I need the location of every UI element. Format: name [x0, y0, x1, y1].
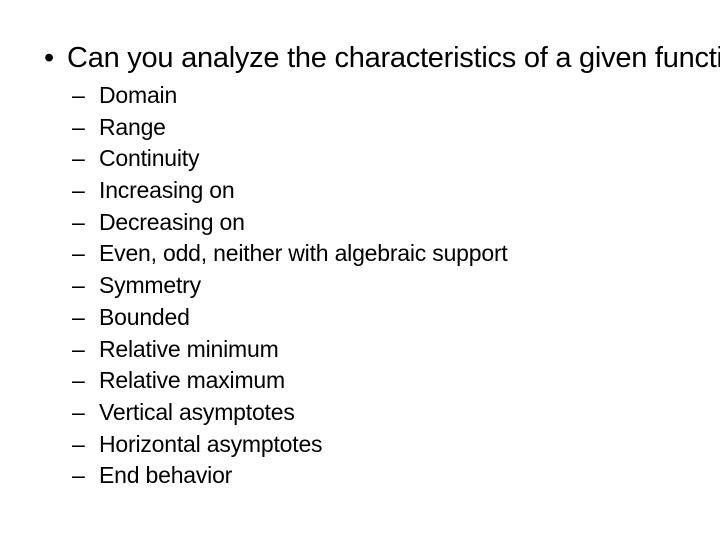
bullet-dash-icon: – [72, 430, 85, 457]
bullet-dash-icon: – [72, 208, 85, 235]
bullet-dash-icon: – [72, 145, 85, 172]
list-item-label: Domain [99, 82, 178, 108]
list-item-label: Bounded [99, 303, 190, 330]
list-item: – Continuity [72, 143, 508, 175]
list-item-label: Relative minimum [99, 335, 279, 362]
list-item-label: Range [99, 113, 166, 140]
sub-bullet-list: – Domain – Range – Continuity – Increasi… [72, 80, 508, 492]
bullet-dash-icon: – [72, 398, 85, 425]
list-item-label: Vertical asymptotes [99, 398, 295, 425]
list-item: – End behavior [72, 460, 508, 492]
list-item-label: Relative maximum [99, 367, 285, 394]
list-item: – Decreasing on [72, 207, 508, 239]
list-item-label: Decreasing on [99, 208, 245, 235]
bullet-dot-icon: • [44, 42, 55, 74]
slide-canvas: • Can you analyze the characteristics of… [0, 0, 720, 540]
list-item-label: Symmetry [99, 272, 201, 299]
list-item-label: Continuity [99, 145, 200, 172]
list-item: – Horizontal asymptotes [72, 429, 508, 461]
list-item: – Relative maximum [72, 365, 508, 397]
list-item: – Domain [72, 80, 508, 112]
bullet-dash-icon: – [72, 272, 85, 299]
list-item-label: Horizontal asymptotes [99, 430, 323, 457]
list-item: – Bounded [72, 302, 508, 334]
bullet-dash-icon: – [72, 462, 85, 489]
bullet-dash-icon: – [72, 367, 85, 394]
list-item-label: Even, odd, neither with algebraic suppor… [99, 240, 508, 267]
list-item: – Increasing on [72, 175, 508, 207]
list-item-label: End behavior [99, 462, 233, 489]
bullet-level1-label: Can you analyze the characteristics of a… [67, 42, 720, 74]
bullet-dash-icon: – [72, 82, 85, 108]
bullet-level1-item: • Can you analyze the characteristics of… [40, 41, 720, 75]
bullet-dash-icon: – [72, 177, 85, 204]
bullet-dash-icon: – [72, 335, 85, 362]
list-item: – Even, odd, neither with algebraic supp… [72, 238, 508, 270]
list-item: – Relative minimum [72, 334, 508, 366]
list-item: – Symmetry [72, 270, 508, 302]
list-item: – Range [72, 112, 508, 144]
bullet-dash-icon: – [72, 113, 85, 140]
bullet-dash-icon: – [72, 303, 85, 330]
bullet-dash-icon: – [72, 240, 85, 267]
list-item: – Vertical asymptotes [72, 397, 508, 429]
list-item-label: Increasing on [99, 177, 235, 204]
